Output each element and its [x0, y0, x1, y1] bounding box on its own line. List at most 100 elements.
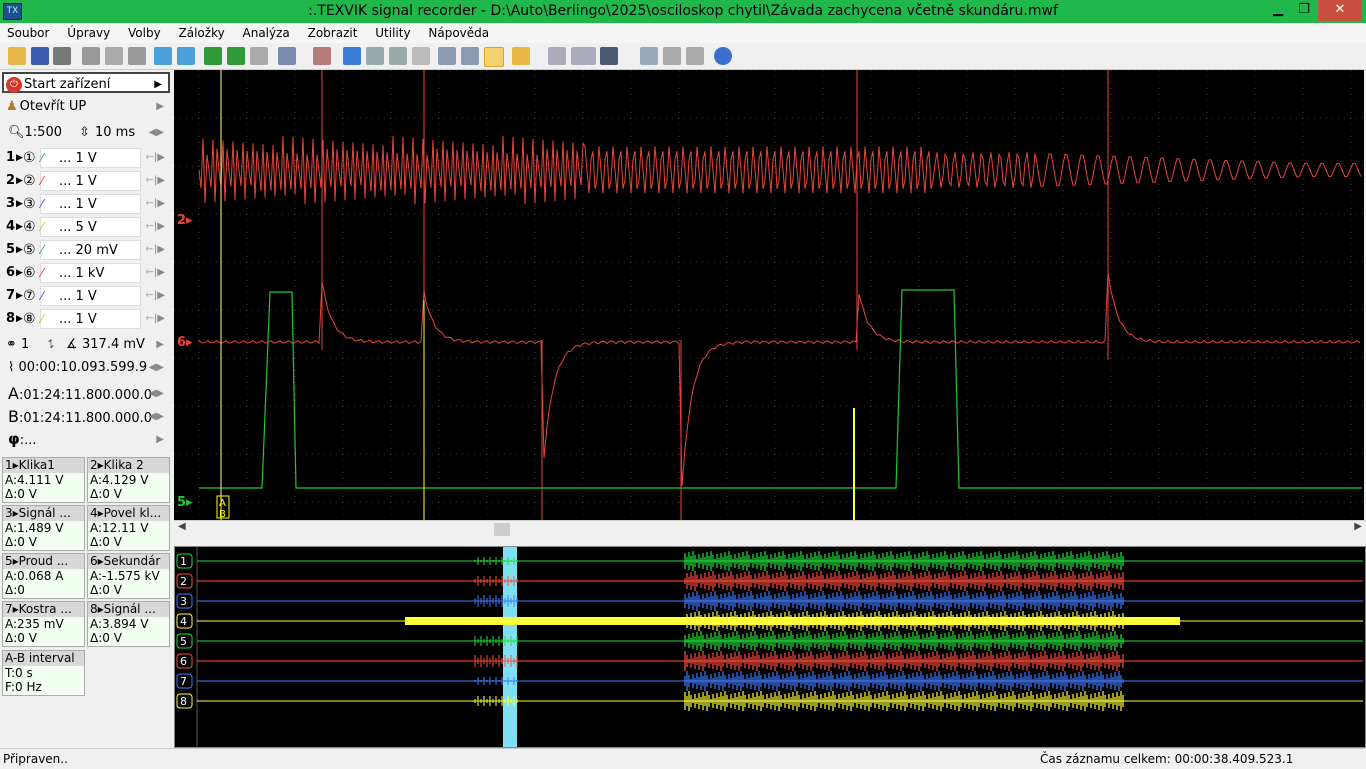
- page-icon[interactable]: [412, 47, 430, 65]
- trigger-time-row[interactable]: ⌇ 00:00:10.093.599.9 ◀▶: [2, 357, 170, 378]
- scope-display[interactable]: 2▸ 6▸ 5▸ A B: [174, 69, 1364, 520]
- range-adjust-icon[interactable]: ⇽|▶: [146, 262, 165, 284]
- menu-analyza[interactable]: Analýza: [236, 23, 297, 43]
- measurement-box-7: 7▸Kostra ... A:235 mV Δ:0 V: [2, 601, 85, 647]
- page2-icon[interactable]: [663, 47, 681, 65]
- ab-interval-freq: F:0 Hz: [3, 680, 84, 694]
- adjust-icon: ◀▶: [148, 411, 164, 422]
- channel-row-7[interactable]: 7 ▶ ⑦ ⁄... 1 V ⇽|▶: [2, 285, 170, 307]
- range-adjust-icon[interactable]: ⇽|▶: [146, 308, 165, 330]
- check2-icon[interactable]: [366, 47, 384, 65]
- channel-arrow-icon: ▶: [16, 199, 23, 209]
- range-adjust-icon[interactable]: ⇽|▶: [146, 285, 165, 307]
- trigger-level-icon: ∡: [66, 337, 78, 352]
- folder-icon[interactable]: [512, 47, 530, 65]
- scrollbar-thumb[interactable]: [494, 523, 510, 536]
- paste-icon[interactable]: [105, 47, 123, 65]
- channel-range[interactable]: ... 1 V: [40, 148, 141, 168]
- zoom-icon[interactable]: [278, 47, 296, 65]
- channel-range[interactable]: ... 5 V: [40, 217, 141, 237]
- window-title: :.TEXVIK signal recorder - D:\Auto\Berli…: [308, 3, 1058, 19]
- minimize-button[interactable]: ▁: [1264, 0, 1292, 21]
- menu-zobrazit[interactable]: Zobrazit: [301, 23, 365, 43]
- channel-range[interactable]: ... 1 V: [40, 171, 141, 191]
- cursor-b-row[interactable]: B:01:24:11.800.000.0 ◀▶: [2, 406, 170, 427]
- channel-row-1[interactable]: 1 ▶ ① ⁄... 1 V ⇽|▶: [2, 147, 170, 169]
- phi-row[interactable]: φ:... ▶: [2, 429, 170, 450]
- check3-icon[interactable]: [389, 47, 407, 65]
- wave-icon[interactable]: [204, 47, 222, 65]
- stop-icon[interactable]: [578, 47, 596, 65]
- chart-icon[interactable]: [640, 47, 658, 65]
- scroll-right-icon[interactable]: ▶: [1354, 521, 1362, 532]
- zoom-adjust-icon: ◀▶: [148, 127, 164, 138]
- channel-row-4[interactable]: 4 ▶ ④ ⁄... 5 V ⇽|▶: [2, 216, 170, 238]
- open-up-icon: ♟: [6, 99, 18, 114]
- marker-icon[interactable]: [177, 47, 195, 65]
- abc-icon[interactable]: [548, 47, 566, 65]
- range-adjust-icon[interactable]: ⇽|▶: [146, 216, 165, 238]
- menu-upravy[interactable]: Úpravy: [60, 23, 117, 43]
- check-icon[interactable]: [343, 47, 361, 65]
- menu-volby[interactable]: Volby: [121, 23, 168, 43]
- ab-interval-time: T:0 s: [3, 666, 84, 680]
- horizontal-scrollbar[interactable]: ◀ ▶: [174, 520, 1366, 538]
- wand-icon[interactable]: [128, 47, 146, 65]
- overview-canvas[interactable]: 1 2 3 4 5 6 7 8: [175, 547, 1365, 747]
- range-adjust-icon[interactable]: ⇽|▶: [146, 147, 165, 169]
- channel-range[interactable]: ... 1 V: [40, 286, 141, 306]
- measurement-delta: Δ:0 V: [3, 535, 84, 549]
- channel-row-8[interactable]: 8 ▶ ⑧ ⁄... 1 V ⇽|▶: [2, 308, 170, 330]
- cross-icon[interactable]: [686, 47, 704, 65]
- scroll-left-icon[interactable]: ◀: [178, 521, 186, 532]
- measurement-box-1: 1▸Klika1 A:4.111 V Δ:0 V: [2, 457, 85, 503]
- copy-icon[interactable]: [82, 47, 100, 65]
- channel-5-label: 5▸: [177, 495, 193, 510]
- close-button[interactable]: ✕: [1318, 0, 1362, 21]
- open-icon[interactable]: [8, 47, 26, 65]
- range-adjust-icon[interactable]: ⇽|▶: [146, 193, 165, 215]
- grid-icon[interactable]: [438, 47, 456, 65]
- trigger-row[interactable]: ⚭ 1 ⥍ ∡ 317.4 mV ▶: [2, 334, 170, 355]
- channel-row-5[interactable]: 5 ▶ ⑤ ⁄... 20 mV ⇽|▶: [2, 239, 170, 261]
- active-icon[interactable]: [484, 47, 504, 67]
- range-adjust-icon[interactable]: ⇽|▶: [146, 170, 165, 192]
- menu-soubor[interactable]: Soubor: [0, 23, 56, 43]
- restore-button[interactable]: ❐: [1290, 0, 1318, 21]
- overview-channel-5-label: 5: [180, 635, 187, 648]
- menu-napoveda[interactable]: Nápověda: [421, 23, 496, 43]
- open-up-button[interactable]: ♟ Otevřít UP ▶: [2, 96, 170, 117]
- channel-range[interactable]: ... 1 V: [40, 194, 141, 214]
- trigger-edge-icon: ⥍: [48, 337, 55, 352]
- overview-window-highlight[interactable]: [503, 547, 517, 747]
- delete-icon[interactable]: [313, 47, 331, 65]
- measurement-delta: Δ:0 V: [88, 583, 169, 597]
- undo-icon[interactable]: [250, 47, 268, 65]
- measurement-value-a: A:4.129 V: [88, 473, 169, 487]
- zoom-row[interactable]: 🔍︎1:500 ⇳ 10 ms ◀▶: [2, 122, 170, 143]
- cursor-icon[interactable]: [154, 47, 172, 65]
- help-icon[interactable]: [714, 47, 732, 65]
- start-device-button[interactable]: ⏻ Start zařízení ▶: [2, 72, 170, 93]
- overview-channel-2-label: 2: [180, 575, 187, 588]
- display-icon[interactable]: [600, 47, 618, 65]
- grid2-icon[interactable]: [461, 47, 479, 65]
- range-adjust-icon[interactable]: ⇽|▶: [146, 239, 165, 261]
- overview-display[interactable]: 1 2 3 4 5 6 7 8: [174, 546, 1366, 748]
- cursor-a-row[interactable]: A:01:24:11.800.000.0 ◀▶: [2, 383, 170, 404]
- channel-range[interactable]: ... 20 mV: [40, 240, 141, 260]
- channel-arrow-icon: ▶: [16, 222, 23, 232]
- print-icon[interactable]: [53, 47, 71, 65]
- channel-row-2[interactable]: 2 ▶ ② ⁄... 1 V ⇽|▶: [2, 170, 170, 192]
- cursor-a-tag: A: [219, 498, 226, 509]
- channel-range[interactable]: ... 1 kV: [40, 263, 141, 283]
- channel-row-6[interactable]: 6 ▶ ⑥ ⁄... 1 kV ⇽|▶: [2, 262, 170, 284]
- channel-range[interactable]: ... 1 V: [40, 309, 141, 329]
- probe-icon: ⁄: [41, 220, 44, 234]
- menu-utility[interactable]: Utility: [368, 23, 417, 43]
- save-icon[interactable]: [31, 47, 49, 65]
- menu-zalozky[interactable]: Záložky: [172, 23, 232, 43]
- channel-row-3[interactable]: 3 ▶ ③ ⁄... 1 V ⇽|▶: [2, 193, 170, 215]
- scope-canvas[interactable]: 2▸ 6▸ 5▸ AB: [174, 69, 1364, 520]
- wave2-icon[interactable]: [227, 47, 245, 65]
